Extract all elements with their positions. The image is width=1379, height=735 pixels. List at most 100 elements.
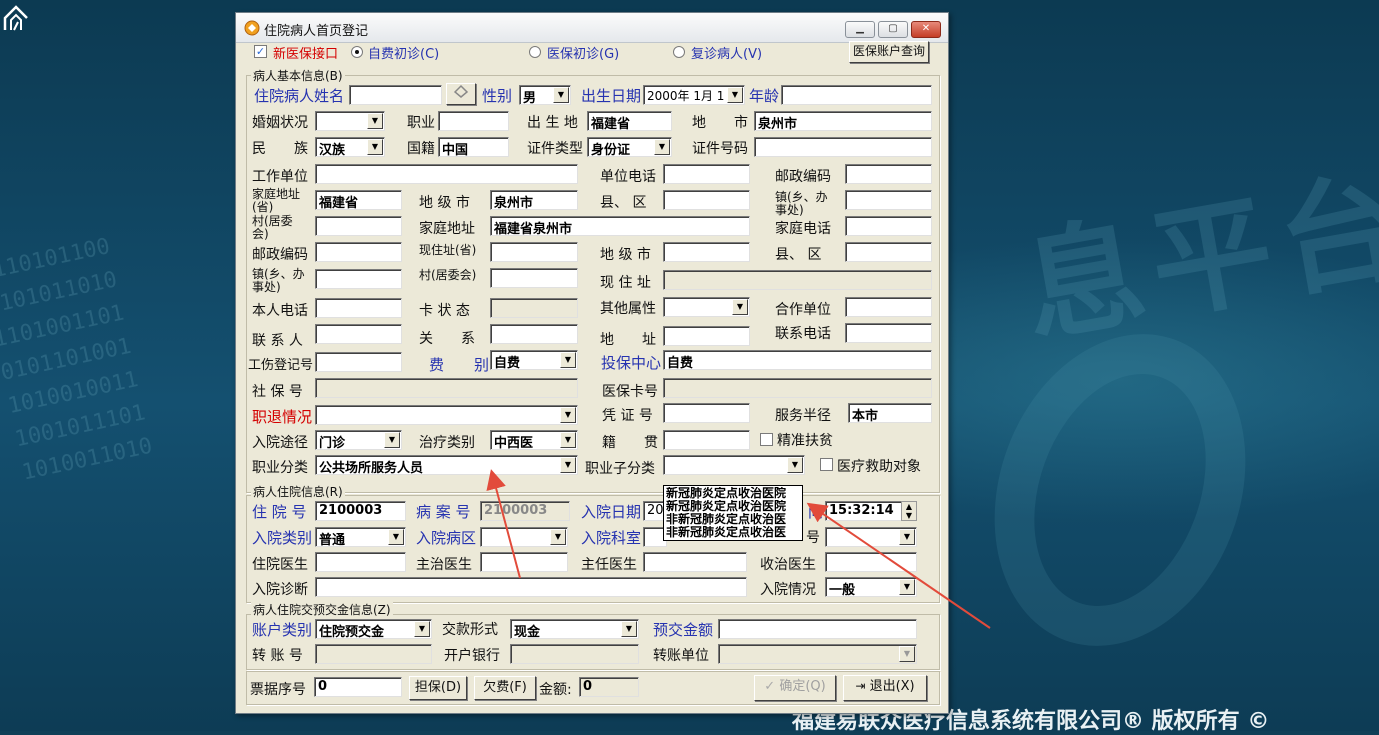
patient-name-input[interactable] bbox=[349, 85, 442, 105]
contact-person-input[interactable] bbox=[315, 324, 402, 344]
ward-select[interactable]: ▼ bbox=[480, 527, 568, 547]
admit-route-select[interactable]: 门诊 ▼ bbox=[315, 430, 402, 450]
current-address-province-label: 现住址(省) bbox=[419, 243, 477, 257]
county-label: 县、 区 bbox=[600, 195, 647, 211]
insure-center-input[interactable]: 自费 bbox=[663, 350, 932, 370]
exit-icon: ⇥ bbox=[855, 679, 866, 693]
fee-type-select[interactable]: 自费 ▼ bbox=[490, 350, 578, 370]
town2-input[interactable] bbox=[315, 269, 402, 289]
dropdown-option[interactable]: 非新冠肺炎定点收治医 bbox=[666, 513, 800, 526]
city-level2-input[interactable] bbox=[663, 242, 750, 262]
poverty-checkbox[interactable] bbox=[760, 433, 773, 446]
id-type-select[interactable]: 身份证 ▼ bbox=[587, 137, 672, 157]
village-label: 村(居委 会) bbox=[252, 214, 293, 241]
occupation-sub-select[interactable]: ▼ bbox=[663, 455, 805, 475]
gender-select[interactable]: 男 ▼ bbox=[519, 85, 571, 105]
marital-select[interactable]: ▼ bbox=[315, 111, 385, 131]
insurance-first-radio[interactable] bbox=[529, 46, 541, 58]
id-number-input[interactable] bbox=[754, 137, 932, 157]
nationality-label: 国籍 bbox=[407, 141, 435, 157]
city-level-input[interactable]: 泉州市 bbox=[490, 190, 578, 210]
county2-label: 县、 区 bbox=[775, 247, 822, 263]
admitting-doctor-input[interactable] bbox=[825, 552, 917, 572]
home-address-province-input[interactable]: 福建省 bbox=[315, 190, 402, 210]
work-unit-input[interactable] bbox=[315, 164, 578, 184]
attending-doctor-input[interactable] bbox=[480, 552, 568, 572]
transfer-number-input bbox=[315, 644, 432, 664]
read-card-button[interactable] bbox=[446, 83, 476, 105]
insurance-account-query-button[interactable]: 医保账户查询 bbox=[849, 41, 929, 63]
relation-input[interactable] bbox=[490, 324, 578, 344]
chief-doctor-input[interactable] bbox=[643, 552, 747, 572]
amount-input: 0 bbox=[579, 677, 639, 697]
admitting-doctor-label: 收治医生 bbox=[760, 557, 816, 573]
exit-button[interactable]: ⇥ 退出(X) bbox=[843, 675, 927, 701]
registration-window: 住院病人首页登记 ▁ ▢ ✕ ✓ 新医保接口 自费初诊(C) 医保初诊(G) 复… bbox=[235, 12, 949, 714]
county2-input[interactable] bbox=[845, 242, 932, 262]
home-phone-input[interactable] bbox=[845, 216, 932, 236]
occupation-class-select[interactable]: 公共场所服务人员 ▼ bbox=[315, 455, 578, 475]
unit-phone-input[interactable] bbox=[663, 164, 750, 184]
postcode-input[interactable] bbox=[845, 164, 932, 184]
admit-condition-select[interactable]: 一般 ▼ bbox=[825, 577, 917, 597]
new-insurance-checkbox[interactable]: ✓ bbox=[254, 45, 267, 58]
native-place-input[interactable] bbox=[663, 430, 750, 450]
work-unit-label: 工作单位 bbox=[252, 169, 308, 185]
native-place-label: 籍 贯 bbox=[602, 435, 658, 451]
birthplace-label: 出 生 地 bbox=[527, 115, 578, 131]
coop-unit-input[interactable] bbox=[845, 297, 932, 317]
nationality-input[interactable]: 中国 bbox=[438, 137, 509, 157]
county-input[interactable] bbox=[663, 190, 750, 210]
self-pay-radio[interactable] bbox=[351, 46, 363, 58]
age-input[interactable] bbox=[781, 85, 932, 105]
title-bar[interactable]: 住院病人首页登记 ▁ ▢ ✕ bbox=[236, 13, 948, 43]
minimize-button[interactable]: ▁ bbox=[845, 21, 875, 38]
current-address-province-input[interactable] bbox=[490, 242, 578, 262]
bed-select[interactable]: ▼ bbox=[825, 527, 917, 547]
city-input[interactable]: 泉州市 bbox=[754, 111, 932, 131]
resident-doctor-input[interactable] bbox=[315, 552, 406, 572]
admit-type-select[interactable]: 普通 ▼ bbox=[315, 527, 406, 547]
arrears-button[interactable]: 欠费(F) bbox=[474, 676, 536, 700]
other-attr-select[interactable]: ▼ bbox=[663, 297, 750, 317]
deposit-amount-input[interactable] bbox=[718, 619, 917, 639]
birthplace-input[interactable]: 福建省 bbox=[587, 111, 672, 131]
amount-label: 金额: bbox=[539, 682, 572, 698]
pay-form-select[interactable]: 现金 ▼ bbox=[510, 619, 639, 639]
account-type-select[interactable]: 住院预交金 ▼ bbox=[315, 619, 432, 639]
occupation-input[interactable] bbox=[438, 111, 509, 131]
dropdown-option[interactable]: 非新冠肺炎定点收治医 bbox=[666, 526, 800, 539]
admit-condition-label: 入院情况 bbox=[760, 582, 816, 598]
revisit-radio[interactable] bbox=[673, 46, 685, 58]
voucher-input[interactable] bbox=[663, 403, 750, 423]
home-icon[interactable] bbox=[2, 4, 30, 32]
maximize-button[interactable]: ▢ bbox=[878, 21, 908, 38]
address-label: 地 址 bbox=[600, 332, 656, 348]
close-button[interactable]: ✕ bbox=[911, 21, 941, 38]
service-radius-input[interactable]: 本市 bbox=[848, 403, 932, 423]
injury-reg-input[interactable] bbox=[315, 352, 402, 372]
guarantee-button[interactable]: 担保(D) bbox=[409, 676, 467, 700]
hospital-number-input[interactable]: 2100003 bbox=[315, 501, 406, 521]
birth-date-picker[interactable]: 2000年 1月 1 ▼ bbox=[643, 85, 745, 105]
village-input[interactable] bbox=[315, 216, 402, 236]
self-pay-label: 自费初诊(C) bbox=[368, 47, 440, 62]
admit-diagnosis-input[interactable] bbox=[315, 577, 747, 597]
dropdown-option[interactable]: 新冠肺炎定点收治医院 bbox=[666, 500, 800, 513]
receipt-number-input[interactable]: 0 bbox=[314, 677, 402, 697]
address-input[interactable] bbox=[663, 326, 750, 346]
town-input[interactable] bbox=[845, 190, 932, 210]
hospital-number-label: 住 院 号 bbox=[252, 503, 307, 521]
village2-input[interactable] bbox=[490, 268, 578, 288]
dropdown-option[interactable]: 新冠肺炎定点收治医院 bbox=[666, 487, 800, 500]
retire-status-select[interactable]: ▼ bbox=[315, 405, 578, 425]
medical-aid-checkbox[interactable] bbox=[820, 458, 833, 471]
time-spinner[interactable]: ▲ ▼ bbox=[901, 501, 917, 521]
ethnic-select[interactable]: 汉族 ▼ bbox=[315, 137, 385, 157]
postcode2-input[interactable] bbox=[315, 242, 402, 262]
self-phone-input[interactable] bbox=[315, 298, 402, 318]
home-address-input[interactable]: 福建省泉州市 bbox=[490, 216, 750, 236]
ethnic-label: 民 族 bbox=[252, 141, 308, 157]
contact-phone-input[interactable] bbox=[845, 323, 932, 343]
treat-type-select[interactable]: 中西医 ▼ bbox=[490, 430, 578, 450]
